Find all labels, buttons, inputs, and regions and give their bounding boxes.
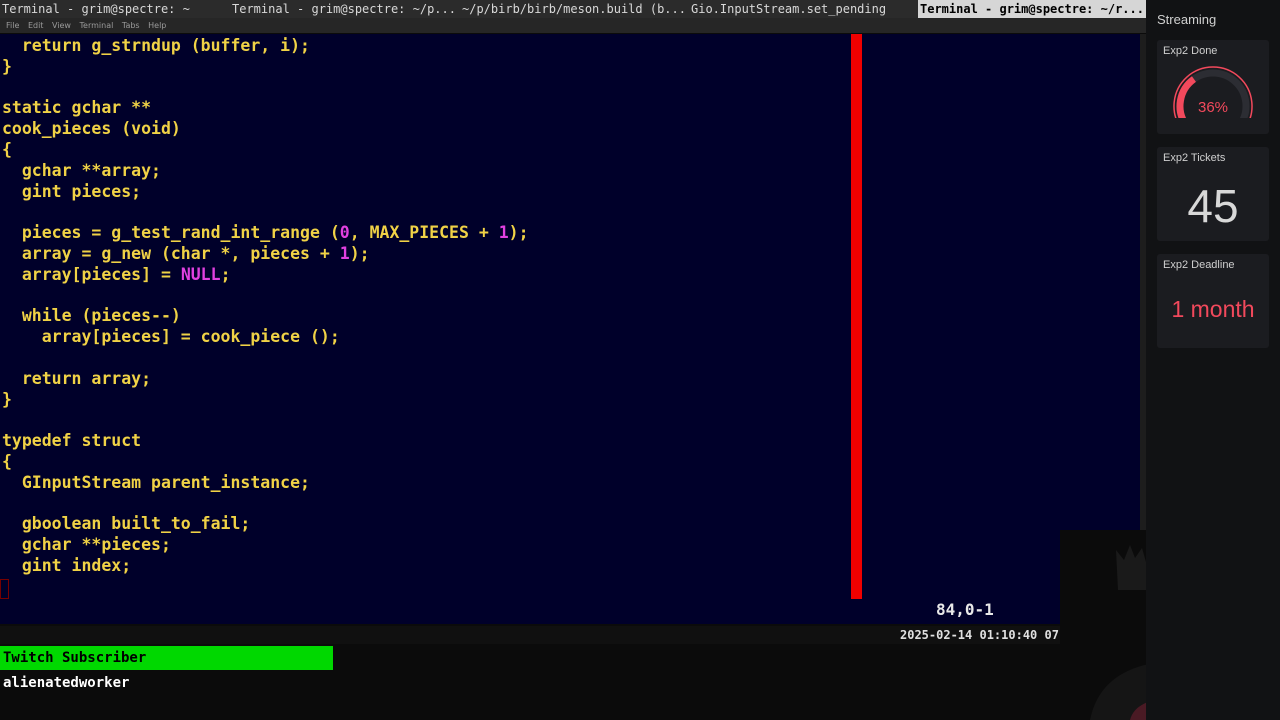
streaming-dashboard: Streaming Exp2 Done 36% Exp2 Tickets 45 … [1146,0,1280,720]
tab-terminal-home[interactable]: Terminal - grim@spectre: ~ [0,0,226,18]
menu-file[interactable]: File [6,18,19,33]
text-cursor [0,579,9,599]
datetime: 2025-02-14 01:10:40 07:1 [900,628,1074,642]
code-line: array[pieces] = NULL; [2,264,231,284]
code-line: } [2,56,12,76]
exp2-done-card: Exp2 Done 36% [1157,40,1269,134]
subscriber-alert: Twitch Subscriber [0,646,333,670]
code-line: array = g_new (char *, pieces + 1); [2,244,370,263]
code-line: typedef struct [2,431,142,451]
cursor-position: 84,0-1 [936,600,994,619]
code-line: return array; [2,368,152,388]
code-line: static gchar ** [2,98,152,118]
code-line: { [2,140,12,159]
tab-terminal-active[interactable]: Terminal - grim@spectre: ~/r... [918,0,1146,18]
color-column-marker [851,34,862,599]
card-title: Exp2 Tickets [1163,152,1226,164]
code-line: gboolean built_to_fail; [2,514,251,534]
card-title: Exp2 Done [1163,45,1218,57]
code-line: gchar **array; [2,160,161,180]
code-line: gint index; [2,556,132,575]
menu-view[interactable]: View [52,18,71,33]
code-line: gint pieces; [2,181,142,201]
code-editor[interactable]: return g_strndup (buffer, i);} static gch… [0,34,1140,624]
menu-edit[interactable]: Edit [28,18,44,33]
tab-gio-inputstream[interactable]: Gio.InputStream.set_pending [689,0,917,18]
code-line: pieces = g_test_rand_int_range (0, MAX_P… [2,223,529,243]
code-line: cook_pieces (void) [2,119,181,139]
code-line: while (pieces--) [2,306,181,326]
tab-terminal-p[interactable]: Terminal - grim@spectre: ~/p... [230,0,460,18]
code-line: array[pieces] = cook_piece (); [2,327,340,347]
menu-bar: File Edit View Terminal Tabs Help [0,18,1146,33]
menu-help[interactable]: Help [148,18,166,33]
ticket-count: 45 [1187,180,1239,232]
status-bar: 14567912 2025-02-14 01:10:40 07:1 [0,626,1146,660]
code-line: { [2,452,12,471]
code-line: gchar **pieces; [2,535,171,555]
terminal-tab-bar: Terminal - grim@spectre: ~ Terminal - gr… [0,0,1146,18]
code-line: return g_strndup (buffer, i); [2,36,310,55]
code-line: GInputStream parent_instance; [2,472,310,492]
subscriber-username: alienatedworker [3,675,130,691]
tab-meson-build[interactable]: ~/p/birb/birb/meson.build (b... [460,0,690,18]
done-percent: 36% [1197,99,1229,116]
code-line: } [2,389,12,409]
menu-tabs[interactable]: Tabs [122,18,140,33]
panel-title: Streaming [1157,12,1217,27]
menu-terminal[interactable]: Terminal [80,18,114,33]
card-title: Exp2 Deadline [1163,259,1235,271]
deadline-value: 1 month [1171,296,1255,322]
exp2-tickets-card: Exp2 Tickets 45 [1157,147,1269,241]
exp2-deadline-card: Exp2 Deadline 1 month [1157,254,1269,348]
